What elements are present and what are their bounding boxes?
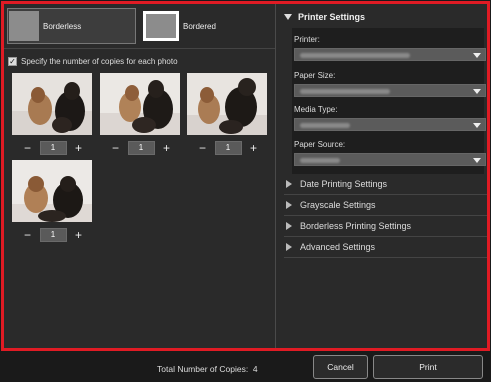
dropdown-arrow-icon	[473, 123, 481, 128]
collapse-arrow-icon	[286, 222, 292, 230]
decrease-copies-button[interactable]: −	[23, 229, 33, 241]
layout-borderless-label: Borderless	[43, 21, 82, 31]
layout-borderless-option[interactable]: Borderless	[7, 8, 136, 44]
layout-selector: Borderless Bordered	[4, 4, 275, 49]
total-copies: Total Number of Copies: 4	[157, 364, 258, 374]
section-label: Grayscale Settings	[300, 200, 376, 210]
section-label: Date Printing Settings	[300, 179, 388, 189]
copies-input[interactable]: 1	[214, 141, 242, 155]
advanced-settings-section[interactable]: Advanced Settings	[284, 237, 487, 258]
bordered-layout-thumbnail	[143, 11, 179, 41]
photo-item: − 1 +	[12, 160, 94, 242]
paper-size-select[interactable]	[294, 84, 486, 97]
decrease-copies-button[interactable]: −	[23, 142, 33, 154]
printer-value-blurred	[300, 53, 410, 58]
photo-thumbnail[interactable]	[12, 160, 92, 222]
grayscale-settings-section[interactable]: Grayscale Settings	[284, 195, 487, 216]
dialog-footer: Total Number of Copies: 4 Cancel Print	[0, 352, 491, 382]
increase-copies-button[interactable]: +	[162, 142, 172, 154]
copies-per-photo-label: Specify the number of copies for each ph…	[21, 57, 178, 66]
collapse-arrow-icon	[286, 243, 292, 251]
photo-item: − 1 +	[12, 73, 94, 155]
photo-thumbnail[interactable]	[187, 73, 267, 135]
photo-thumbnail[interactable]	[12, 73, 92, 135]
dropdown-arrow-icon	[473, 89, 481, 94]
cancel-button[interactable]: Cancel	[313, 355, 368, 379]
total-copies-value: 4	[252, 364, 258, 374]
printer-select[interactable]	[294, 48, 486, 61]
copies-stepper: − 1 +	[12, 228, 94, 242]
date-printing-settings-section[interactable]: Date Printing Settings	[284, 174, 487, 195]
collapse-arrow-icon	[286, 201, 292, 209]
copies-stepper: − 1 +	[100, 141, 182, 155]
expand-arrow-icon	[284, 14, 292, 20]
borderless-layout-thumbnail	[9, 11, 39, 41]
copies-input[interactable]: 1	[39, 228, 67, 242]
borderless-printing-settings-section[interactable]: Borderless Printing Settings	[284, 216, 487, 237]
increase-copies-button[interactable]: +	[74, 229, 84, 241]
paper-size-label: Paper Size:	[294, 71, 336, 80]
media-type-value-blurred	[300, 123, 350, 128]
copies-stepper: − 1 +	[187, 141, 269, 155]
copies-input[interactable]: 1	[127, 141, 155, 155]
decrease-copies-button[interactable]: −	[198, 142, 208, 154]
dropdown-arrow-icon	[473, 53, 481, 58]
increase-copies-button[interactable]: +	[74, 142, 84, 154]
increase-copies-button[interactable]: +	[249, 142, 259, 154]
section-label: Borderless Printing Settings	[300, 221, 412, 231]
print-settings-dialog: Borderless Bordered ✓ Specify the number…	[1, 1, 490, 351]
printer-settings-title: Printer Settings	[298, 12, 366, 22]
decrease-copies-button[interactable]: −	[111, 142, 121, 154]
copies-input[interactable]: 1	[39, 141, 67, 155]
copies-per-photo-checkbox[interactable]: ✓ Specify the number of copies for each …	[8, 57, 178, 66]
paper-size-value-blurred	[300, 89, 390, 94]
media-type-label: Media Type:	[294, 105, 338, 114]
total-copies-label: Total Number of Copies:	[157, 364, 249, 374]
photo-item: − 1 +	[187, 73, 269, 155]
printer-settings-header[interactable]: Printer Settings	[284, 12, 365, 22]
photo-item: − 1 +	[100, 73, 182, 155]
photo-copies-panel: Borderless Bordered ✓ Specify the number…	[4, 4, 275, 348]
collapse-arrow-icon	[286, 180, 292, 188]
copies-stepper: − 1 +	[12, 141, 94, 155]
dropdown-arrow-icon	[473, 158, 481, 163]
printer-label: Printer:	[294, 35, 320, 44]
printer-settings-body: Printer: Paper Size: Media Type: Paper S…	[292, 28, 486, 174]
paper-source-select[interactable]	[294, 153, 486, 166]
layout-bordered-option[interactable]: Bordered	[143, 8, 273, 44]
paper-source-label: Paper Source:	[294, 140, 346, 149]
paper-source-value-blurred	[300, 158, 340, 163]
layout-bordered-label: Bordered	[183, 21, 216, 31]
photo-thumbnail[interactable]	[100, 73, 180, 135]
settings-panel: Printer Settings Printer: Paper Size: Me…	[276, 4, 487, 348]
print-button[interactable]: Print	[373, 355, 483, 379]
section-label: Advanced Settings	[300, 242, 376, 252]
media-type-select[interactable]	[294, 118, 486, 131]
checkbox-check-icon: ✓	[8, 57, 17, 66]
